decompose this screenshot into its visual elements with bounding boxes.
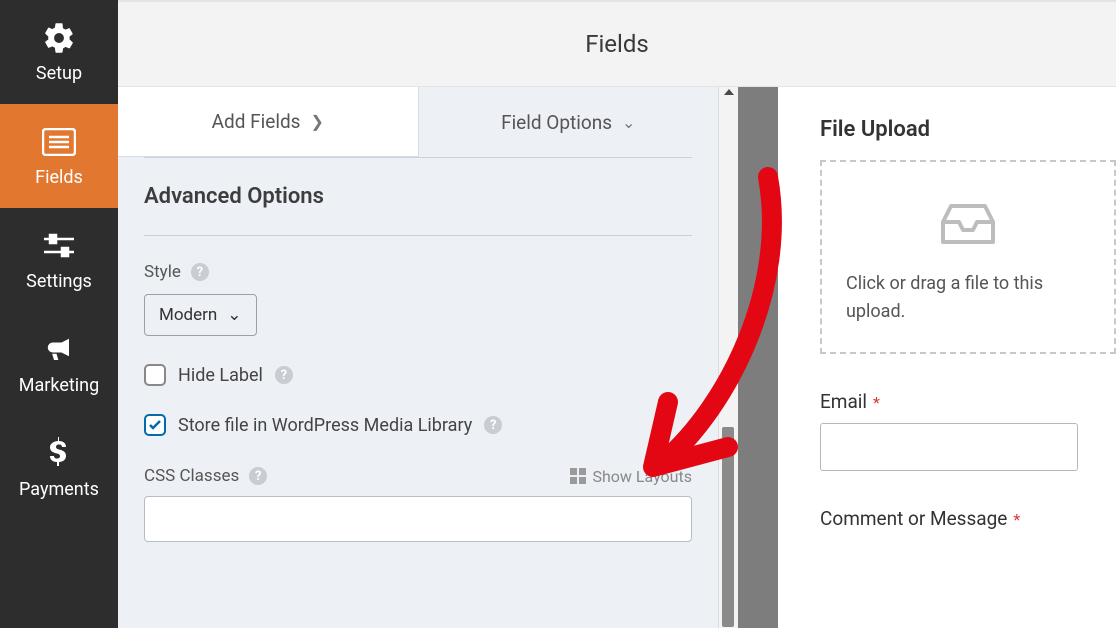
tab-label: Field Options (501, 111, 612, 134)
sidebar-item-marketing[interactable]: Marketing (0, 312, 118, 416)
help-icon[interactable]: ? (249, 467, 267, 485)
comment-label: Comment or Message (820, 507, 1007, 530)
sidebar-item-payments[interactable]: Payments (0, 416, 118, 520)
sidebar-item-settings[interactable]: Settings (0, 208, 118, 312)
divider (738, 87, 778, 628)
css-classes-label-wrap: CSS Classes ? (144, 466, 267, 486)
panel-tabs: Add Fields ❯ Field Options ⌄ (118, 87, 718, 157)
page-title: Fields (118, 2, 1116, 87)
email-input[interactable] (820, 423, 1078, 471)
sidebar-label: Fields (35, 167, 83, 188)
gear-icon (42, 21, 76, 55)
advanced-options-heading: Advanced Options (144, 157, 692, 236)
hide-label-text: Hide Label (178, 365, 263, 386)
scrollbar-thumb[interactable] (722, 427, 734, 627)
dollar-icon (42, 437, 76, 471)
chevron-down-icon: ⌄ (622, 113, 635, 132)
sidebar: Setup Fields S (0, 0, 118, 628)
sidebar-label: Payments (19, 479, 99, 500)
required-marker: * (1013, 510, 1020, 529)
email-field-group: Email * (820, 390, 1116, 471)
sidebar-label: Marketing (19, 375, 99, 396)
help-icon[interactable]: ? (275, 366, 293, 384)
help-icon[interactable]: ? (191, 263, 209, 281)
store-media-checkbox[interactable] (144, 414, 166, 436)
bullhorn-icon (42, 333, 76, 367)
scrollbar[interactable] (718, 87, 738, 628)
tab-add-fields[interactable]: Add Fields ❯ (118, 87, 419, 157)
style-value: Modern (159, 305, 217, 325)
app-root: Setup Fields S (0, 0, 1116, 628)
hide-label-checkbox[interactable] (144, 364, 166, 386)
style-label: Style (144, 262, 181, 282)
list-icon (42, 125, 76, 159)
sidebar-label: Settings (26, 271, 92, 292)
tab-label: Add Fields (212, 110, 301, 133)
required-marker: * (873, 393, 880, 412)
store-media-text: Store file in WordPress Media Library (178, 415, 472, 436)
comment-field-group: Comment or Message * (820, 507, 1116, 530)
main-body: Add Fields ❯ Field Options ⌄ Advanced Op… (118, 87, 1116, 628)
css-classes-row: CSS Classes ? Show Layouts (144, 466, 692, 486)
sidebar-label: Setup (36, 63, 82, 84)
show-layouts-button[interactable]: Show Layouts (570, 467, 692, 486)
chevron-down-icon: ⌄ (227, 305, 241, 325)
options-panel: Add Fields ❯ Field Options ⌄ Advanced Op… (118, 87, 718, 628)
store-media-row[interactable]: Store file in WordPress Media Library ? (144, 414, 692, 436)
inbox-icon (937, 198, 999, 252)
help-icon[interactable]: ? (484, 416, 502, 434)
main: Fields Add Fields ❯ Field Options ⌄ (118, 0, 1116, 628)
file-upload-dropzone[interactable]: Click or drag a file to this upload. (820, 160, 1116, 354)
css-classes-input[interactable] (144, 496, 692, 542)
sliders-icon (42, 229, 76, 263)
css-classes-label: CSS Classes (144, 466, 239, 486)
chevron-right-icon: ❯ (310, 112, 323, 131)
style-label-row: Style ? (144, 262, 692, 282)
style-select[interactable]: Modern ⌄ (144, 294, 257, 336)
show-layouts-label: Show Layouts (592, 467, 692, 486)
email-label: Email (820, 390, 867, 413)
panel-content: Advanced Options Style ? Modern ⌄ (118, 157, 718, 568)
hide-label-row[interactable]: Hide Label ? (144, 364, 692, 386)
grid-icon (570, 468, 586, 484)
file-upload-title: File Upload (820, 117, 1116, 142)
sidebar-item-setup[interactable]: Setup (0, 0, 118, 104)
sidebar-item-fields[interactable]: Fields (0, 104, 118, 208)
upload-text: Click or drag a file to this upload. (846, 270, 1090, 326)
tab-field-options[interactable]: Field Options ⌄ (419, 87, 719, 157)
options-wrap: Add Fields ❯ Field Options ⌄ Advanced Op… (118, 87, 738, 628)
preview-panel: File Upload Click or drag a file to this… (778, 87, 1116, 628)
